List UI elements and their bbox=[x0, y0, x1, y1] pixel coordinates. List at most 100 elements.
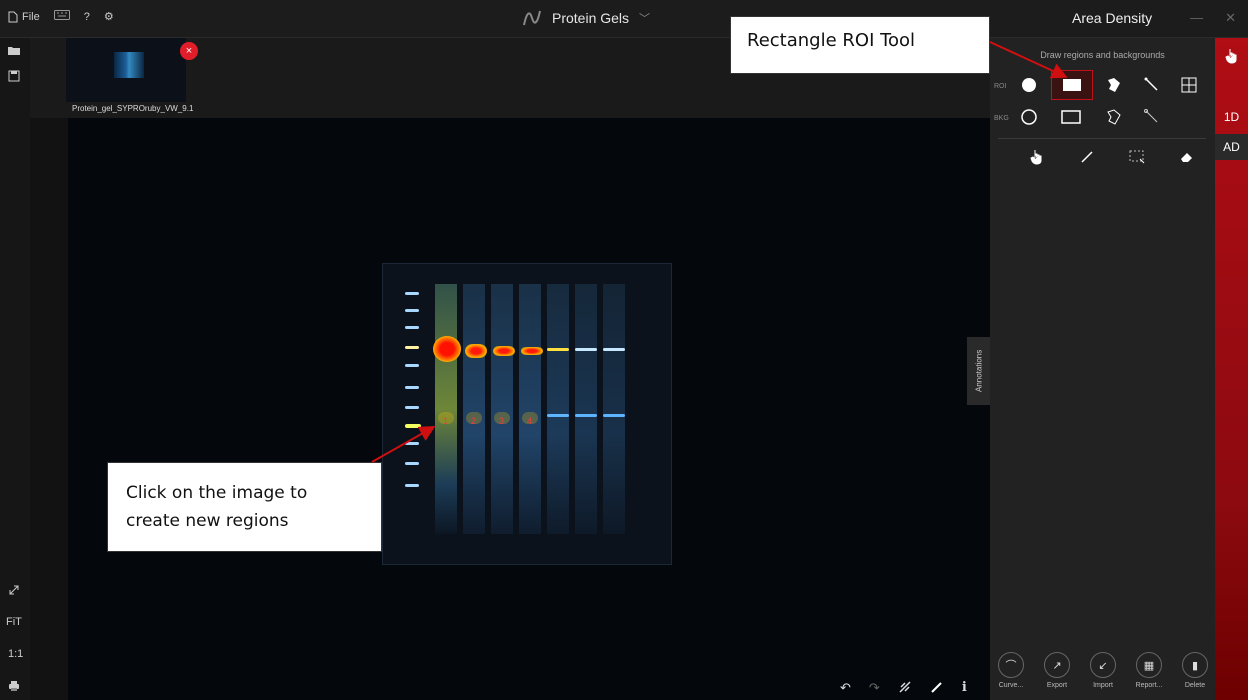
ladder-band bbox=[405, 462, 419, 465]
gel-band-hotspot bbox=[465, 344, 487, 358]
gel-band bbox=[603, 414, 625, 417]
gel-lane bbox=[575, 284, 597, 534]
line-tool[interactable] bbox=[1072, 142, 1102, 172]
title-bar: File ? ⚙ Protein Gels ﹀ Area Density — ✕ bbox=[0, 0, 1248, 38]
roi-label: 4 bbox=[527, 416, 533, 426]
eraser-tool[interactable] bbox=[1172, 142, 1202, 172]
ellipse-roi-tool[interactable] bbox=[1014, 70, 1044, 100]
hand-pointer-icon bbox=[1030, 150, 1042, 165]
gel-band-hotspot bbox=[521, 347, 543, 355]
mode-1d-button[interactable]: 1D bbox=[1215, 110, 1248, 124]
report-action[interactable]: ▦ Report... bbox=[1132, 652, 1166, 689]
annotations-tab[interactable]: Annotations bbox=[967, 337, 991, 405]
curve-icon: ⌒ bbox=[998, 652, 1024, 678]
app-title-group[interactable]: Protein Gels ﹀ bbox=[522, 9, 650, 27]
trash-icon: ▮ bbox=[1182, 652, 1208, 678]
ladder-band bbox=[405, 346, 419, 349]
magic-wand-bkg-tool[interactable] bbox=[1136, 102, 1166, 132]
freehand-roi-tool[interactable] bbox=[1098, 70, 1128, 100]
keyboard-icon[interactable] bbox=[53, 10, 70, 23]
close-thumbnail-button[interactable]: × bbox=[180, 42, 198, 60]
undo-icon[interactable]: ↶ bbox=[840, 680, 851, 697]
gel-band bbox=[575, 414, 597, 417]
gel-band-hotspot bbox=[433, 336, 461, 362]
hand-select-tool[interactable] bbox=[1022, 142, 1052, 172]
help-button[interactable]: ? bbox=[84, 11, 90, 23]
close-button[interactable]: ✕ bbox=[1225, 10, 1236, 26]
rectangle-bkg-tool[interactable] bbox=[1056, 102, 1086, 132]
window-controls: — ✕ bbox=[1190, 10, 1236, 26]
gel-band bbox=[547, 414, 569, 417]
gel-lane bbox=[491, 284, 513, 534]
info-icon[interactable]: i bbox=[962, 680, 967, 697]
hand-touch-icon bbox=[1224, 49, 1236, 64]
import-icon: ↙ bbox=[1090, 652, 1116, 678]
import-action[interactable]: ↙ Import bbox=[1086, 652, 1120, 689]
gel-band bbox=[547, 348, 569, 351]
roi-label: 2 bbox=[471, 416, 477, 426]
roi-label: 3 bbox=[499, 416, 505, 426]
print-icon[interactable] bbox=[8, 680, 22, 694]
ladder-band bbox=[405, 424, 421, 428]
export-label: Export bbox=[1046, 682, 1068, 689]
marquee-select-tool[interactable] bbox=[1122, 142, 1152, 172]
rectangle-outline-icon bbox=[1061, 110, 1081, 124]
circle-outline-icon bbox=[1021, 109, 1037, 125]
curve-label: Curve... bbox=[998, 682, 1024, 689]
roi-label: 1 bbox=[443, 416, 449, 426]
export-icon: ↗ bbox=[1044, 652, 1070, 678]
callout-line-1: Click on the image to bbox=[126, 483, 308, 503]
pen-icon[interactable] bbox=[930, 680, 944, 697]
import-label: Import bbox=[1093, 682, 1113, 689]
panel-title: Area Density bbox=[1072, 10, 1153, 26]
app-logo-icon bbox=[523, 10, 541, 26]
app-title: Protein Gels bbox=[552, 10, 630, 26]
ellipse-bkg-tool[interactable] bbox=[1014, 102, 1044, 132]
title-bar-left: File ? ⚙ bbox=[8, 10, 114, 23]
minimize-button[interactable]: — bbox=[1190, 10, 1203, 26]
callout-line-2: create new regions bbox=[126, 511, 289, 531]
filled-freehand-icon bbox=[1108, 78, 1120, 92]
gel-band bbox=[575, 348, 597, 351]
gel-band-hotspot bbox=[493, 346, 515, 356]
curve-action[interactable]: ⌒ Curve... bbox=[994, 652, 1028, 689]
one-to-one-button[interactable]: 1:1 bbox=[8, 648, 23, 662]
gear-icon[interactable]: ⚙ bbox=[104, 10, 114, 23]
file-menu[interactable]: File bbox=[8, 11, 40, 23]
click-image-callout: Click on the image to create new regions bbox=[107, 462, 382, 552]
magic-wand-icon bbox=[1144, 77, 1158, 91]
delete-label: Delete bbox=[1184, 682, 1206, 689]
thumbnail-gel-image bbox=[114, 52, 144, 78]
bkg-row-label: BKG bbox=[994, 115, 1009, 122]
fit-button[interactable]: FiT bbox=[6, 616, 22, 630]
touch-mode-button[interactable] bbox=[1215, 48, 1248, 67]
image-viewport[interactable]: 1 2 3 4 bbox=[68, 118, 990, 700]
ladder-band bbox=[405, 364, 419, 367]
tools-panel-header: Draw regions and backgrounds bbox=[1040, 50, 1165, 60]
grid-roi-tool[interactable] bbox=[1174, 70, 1204, 100]
filled-rectangle-icon bbox=[1063, 79, 1081, 91]
divider bbox=[998, 138, 1206, 139]
gel-image[interactable]: 1 2 3 4 bbox=[382, 263, 672, 565]
gel-lane bbox=[603, 284, 625, 534]
file-menu-label: File bbox=[22, 10, 40, 23]
delete-action[interactable]: ▮ Delete bbox=[1178, 652, 1212, 689]
redo-icon[interactable]: ↷ bbox=[869, 680, 880, 697]
mode-ad-button[interactable]: AD bbox=[1215, 134, 1248, 160]
open-folder-icon[interactable] bbox=[8, 46, 22, 60]
gel-lane bbox=[519, 284, 541, 534]
export-action[interactable]: ↗ Export bbox=[1040, 652, 1074, 689]
image-thumbnail[interactable]: × bbox=[66, 38, 198, 102]
tools-panel: Draw regions and backgrounds ROI BKG ⌒ C… bbox=[990, 38, 1215, 700]
gel-band bbox=[603, 348, 625, 351]
chevron-down-icon: ﹀ bbox=[639, 13, 651, 25]
expand-icon[interactable] bbox=[8, 584, 22, 598]
thumbnail-filename: Protein_gel_SYPROruby_VW_9.1 bbox=[72, 104, 194, 113]
gel-lane bbox=[463, 284, 485, 534]
freehand-bkg-tool[interactable] bbox=[1098, 102, 1128, 132]
freehand-outline-icon bbox=[1107, 109, 1121, 125]
rectangle-roi-tool[interactable] bbox=[1051, 70, 1093, 100]
save-icon[interactable] bbox=[8, 70, 22, 84]
magic-wand-roi-tool[interactable] bbox=[1136, 70, 1166, 100]
hide-overlay-icon[interactable] bbox=[898, 680, 912, 697]
